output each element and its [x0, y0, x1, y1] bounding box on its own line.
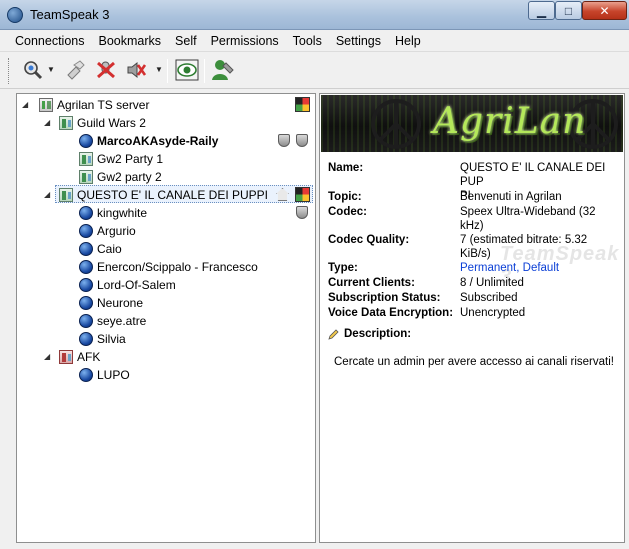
disconnect-button[interactable]	[62, 57, 88, 83]
channel-icon-badge	[295, 187, 310, 202]
channel-tree[interactable]: ◢ Agrilan TS server ◢ Guild Wars 2 Marco…	[16, 93, 316, 543]
channel-icon	[79, 170, 93, 184]
collapse-arrow-icon[interactable]: ◢	[44, 118, 50, 127]
tree-channel-gw2-party-1[interactable]: Gw2 Party 1	[79, 150, 163, 168]
server-admin-shield-icon	[278, 134, 290, 147]
tree-user-lupo[interactable]: LUPO	[79, 366, 130, 384]
minimize-icon: ▁	[536, 3, 547, 18]
user-status-icon	[79, 134, 93, 148]
server-name: Agrilan TS server	[57, 98, 150, 112]
quality-line-1: 7 (estimated bitrate: 5.32	[460, 234, 588, 246]
maximize-icon: □	[564, 3, 573, 18]
pencil-icon	[328, 329, 339, 340]
user-status-icon	[79, 332, 93, 346]
tree-user-neurone[interactable]: Neurone	[79, 294, 143, 312]
avatar-icon	[212, 60, 234, 80]
menu-tools[interactable]: Tools	[286, 30, 329, 52]
channel-icon	[59, 116, 73, 130]
tree-user-argurio[interactable]: Argurio	[79, 222, 136, 240]
avatar-button[interactable]	[210, 57, 236, 83]
channel-type-value: Permanent, Default	[460, 262, 560, 274]
away-button[interactable]	[174, 57, 200, 83]
collapse-arrow-icon[interactable]: ◢	[44, 190, 50, 199]
user-status-icon	[79, 206, 93, 220]
tree-channel-guild-wars-2[interactable]: Guild Wars 2	[59, 114, 146, 132]
info-encryption-row: Voice Data Encryption: Unencrypted	[328, 307, 526, 319]
tree-user-enercon[interactable]: Enercon/Scippalo - Francesco	[79, 258, 258, 276]
window-title: TeamSpeak 3	[30, 7, 110, 22]
menu-settings[interactable]: Settings	[329, 30, 388, 52]
collapse-arrow-icon[interactable]: ◢	[22, 100, 28, 109]
user-status-icon	[79, 260, 93, 274]
user-status-icon	[79, 278, 93, 292]
user-status-icon	[79, 224, 93, 238]
connect-dropdown-arrow[interactable]: ▼	[47, 65, 55, 74]
channel-admin-shield-icon	[296, 206, 308, 219]
tree-user-seye-atre[interactable]: seye.atre	[79, 312, 146, 330]
toolbar-grip[interactable]	[8, 58, 11, 84]
close-button[interactable]: ✕	[582, 1, 627, 20]
tree-user-silvia[interactable]: Silvia	[79, 330, 126, 348]
channel-icon	[79, 152, 93, 166]
banner-logo-text: AgriLan	[433, 101, 587, 142]
mute-speakers-icon	[127, 61, 147, 79]
away-icon	[175, 59, 199, 81]
quality-line-2: KiB/s)	[460, 248, 491, 260]
info-subscription-row: Subscription Status: Subscribed	[328, 292, 518, 304]
menu-bookmarks[interactable]: Bookmarks	[92, 30, 169, 52]
tree-user-marcoakasyde-raily[interactable]: MarcoAKAsyde-Raily	[79, 132, 218, 150]
tree-channel-gw2-party-2[interactable]: Gw2 party 2	[79, 168, 162, 186]
tree-user-lord-of-salem[interactable]: Lord-Of-Salem	[79, 276, 176, 294]
server-icon	[39, 98, 53, 112]
minimize-button[interactable]: ▁	[528, 1, 555, 20]
menu-self[interactable]: Self	[168, 30, 204, 52]
close-icon: ✕	[599, 3, 610, 18]
speakers-dropdown-arrow[interactable]: ▼	[155, 65, 163, 74]
menu-connections[interactable]: Connections	[8, 30, 92, 52]
menu-permissions[interactable]: Permissions	[204, 30, 286, 52]
collapse-arrow-icon[interactable]: ◢	[44, 352, 50, 361]
mute-microphone-button[interactable]	[93, 57, 119, 83]
teamspeak-logo-icon	[7, 7, 23, 23]
channel-name-line-1: QUESTO E' IL CANALE DEI PUP	[460, 162, 606, 188]
tree-server[interactable]: Agrilan TS server	[39, 96, 149, 114]
disconnect-icon	[67, 60, 85, 80]
channel-info-panel: AgriLan TeamSpeak 3 Name: QUESTO E' IL C…	[319, 93, 625, 543]
tree-user-caio[interactable]: Caio	[79, 240, 122, 258]
user-status-icon	[79, 314, 93, 328]
connect-button[interactable]	[20, 57, 46, 83]
info-topic-row: Topic: Benvenuti in Agrilan	[328, 191, 562, 203]
info-quality-row: Codec Quality: 7 (estimated bitrate: 5.3…	[328, 234, 588, 260]
server-group-icon	[295, 97, 310, 112]
mute-speakers-button[interactable]	[123, 57, 149, 83]
menu-bar: Connections Bookmarks Self Permissions T…	[0, 30, 629, 52]
codec-line-1: Speex Ultra-Wideband (32	[460, 206, 596, 218]
peace-symbol-icon	[371, 99, 421, 149]
server-banner[interactable]: AgriLan	[321, 95, 623, 152]
user-status-icon	[79, 296, 93, 310]
tree-channel-afk[interactable]: AFK	[59, 348, 100, 366]
channel-admin-shield-icon	[296, 134, 308, 147]
user-status-icon	[79, 368, 93, 382]
info-name-row: Name: QUESTO E' IL CANALE DEI PUP PI	[328, 162, 606, 202]
toolbar-separator	[167, 59, 168, 83]
info-clients-row: Current Clients: 8 / Unlimited	[328, 277, 524, 289]
tree-user-kingwhite[interactable]: kingwhite	[79, 204, 147, 222]
tree-channel-canale-dei-puppi[interactable]: QUESTO E' IL CANALE DEI PUPPI	[59, 186, 268, 204]
channel-description: Cercate un admin per avere accesso ai ca…	[334, 356, 614, 368]
maximize-button[interactable]: □	[555, 1, 582, 20]
title-bar: TeamSpeak 3 ▁ □ ✕	[0, 0, 629, 30]
menu-help[interactable]: Help	[388, 30, 428, 52]
info-type-row: Type: Permanent, Default	[328, 261, 618, 275]
connect-icon	[24, 61, 43, 80]
info-codec-row: Codec: Speex Ultra-Wideband (32 kHz)	[328, 206, 596, 232]
description-heading: Description:	[328, 328, 411, 340]
channel-icon	[59, 188, 73, 202]
toolbar-separator-2	[204, 59, 205, 83]
codec-line-2: kHz)	[460, 220, 484, 232]
user-status-icon	[79, 242, 93, 256]
channel-locked-icon	[59, 350, 73, 364]
mute-microphone-icon	[97, 61, 115, 79]
toolbar: ▼ ▼	[0, 52, 629, 89]
